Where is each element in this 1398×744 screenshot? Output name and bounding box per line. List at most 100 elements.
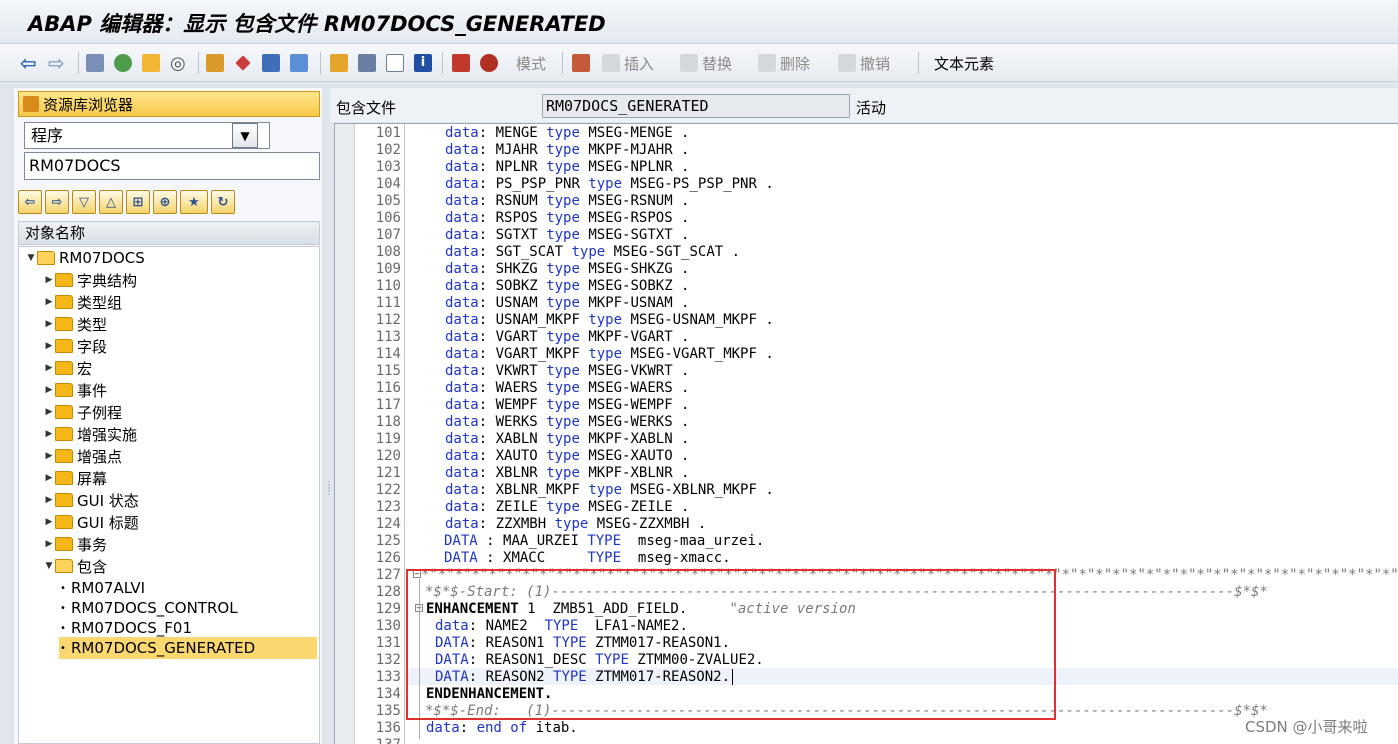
binoculars-icon[interactable]: ⊞ [126,190,150,214]
expand-icon[interactable]: ▽ [72,190,96,214]
tree-folder[interactable]: ▶ 增强点 [43,445,122,467]
tree-folder[interactable]: ▶ 事件 [43,379,107,401]
test-icon[interactable] [262,53,280,73]
code-keyword: data [445,482,479,498]
tree-include-selected[interactable]: • RM07DOCS_GENERATED [59,637,317,659]
object-tree: ▼ RM07DOCS ▶ 字典结构 ▶ 类型组 ▶ 类型 ▶ 字段 ▶ 宏 ▶ 事件 ▶ 子例… [18,246,320,744]
tree-folder[interactable]: ▶ GUI 标题 [43,511,139,533]
code-keyword: data [445,193,479,209]
replace-button[interactable]: 替换 [680,53,732,73]
tree-root[interactable]: ▼ RM07DOCS [25,247,145,269]
code-text: : [478,499,488,515]
navigate-icon[interactable] [290,53,308,73]
pattern-icon[interactable] [572,53,590,73]
tree-folder-label: 增强点 [77,447,123,466]
tree-folder[interactable]: ▶ 字典结构 [43,269,137,291]
insert-button[interactable]: 插入 [602,53,654,73]
activate-icon[interactable] [234,53,252,73]
where-used-icon[interactable] [206,53,224,73]
collapsed-arrow-icon[interactable]: ▶ [43,297,55,307]
text-elements-button[interactable]: 文本元素 [934,53,994,73]
tree-folder[interactable]: ▶ 增强实施 [43,423,137,445]
previous-object-icon[interactable]: ⇦ [18,190,42,214]
include-label: 包含文件 [336,99,397,117]
collapsed-arrow-icon[interactable]: ▶ [43,385,55,395]
hierarchy-icon[interactable]: ⊕ [153,190,177,214]
refresh-icon[interactable]: ↻ [211,190,235,214]
replace-label: 替换 [702,54,733,73]
window-title: ABAP 编辑器：显示 包含文件 RM07DOCS_GENERATED [28,12,606,36]
line-number: 130 [375,618,401,634]
tree-folder[interactable]: ▶ GUI 状态 [43,489,139,511]
expanded-arrow-icon[interactable]: ▼ [43,561,55,571]
code-text: : [478,278,488,294]
code-text: : [478,397,488,413]
code-text: XBLNR [495,465,538,481]
code-keyword: type [546,431,580,447]
collapsed-arrow-icon[interactable]: ▶ [43,495,55,505]
stop-icon[interactable] [480,53,498,73]
code-line: data: XAUTO type MSEG-XAUTO . [445,448,690,464]
active-inactive-icon[interactable] [114,53,132,73]
tree-folder[interactable]: ▶ 事务 [43,533,107,555]
code-text: WERKS [495,414,538,430]
display-change-icon[interactable] [86,53,104,73]
tree-folder[interactable]: ▶ 类型组 [43,291,122,313]
code-keyword: data [445,499,479,515]
tree-include[interactable]: • RM07ALVI [59,577,145,599]
collapsed-arrow-icon[interactable]: ▶ [43,517,55,527]
undo-button[interactable]: 撤销 [838,53,890,73]
collapsed-arrow-icon[interactable]: ▶ [43,407,55,417]
repository-browser-pane: 资源库浏览器 程序 ▼ RM07DOCS ⇦ ⇨ ▽ △ ⊞ ⊕ ★ ↻ 对象名… [14,88,322,744]
tree-include[interactable]: • RM07DOCS_F01 [59,617,192,639]
check-icon[interactable]: ◎ [170,53,186,74]
tree-folder[interactable]: ▶ 子例程 [43,401,122,423]
back-icon[interactable]: ⇦ [20,51,37,75]
breakpoint-icon[interactable] [452,53,470,73]
pane-splitter[interactable]: ⋮ ⋮ [322,88,334,744]
mode-button[interactable]: 模式 [516,53,546,73]
line-number: 106 [375,210,401,226]
delete-button[interactable]: 删除 [758,53,810,73]
code-text: VGART [495,329,538,345]
tree-folder[interactable]: ▶ 宏 [43,357,92,379]
object-name-input[interactable]: RM07DOCS [24,152,320,180]
folder-open-icon [55,559,73,573]
code-text: : [459,720,477,736]
code-text: : [478,261,488,277]
navigation-stack-icon[interactable] [358,53,376,73]
code-text: USNAM_MKPF [495,312,580,328]
code-text: : [478,329,488,345]
collapsed-arrow-icon[interactable]: ▶ [43,341,55,351]
info-icon[interactable]: i [414,53,432,73]
tree-folder[interactable]: ▼ 包含 [43,555,107,577]
forward-icon[interactable]: ⇨ [48,51,65,75]
code-line: data: XBLNR type MKPF-XBLNR . [445,465,690,481]
repository-browser-button[interactable]: 资源库浏览器 [18,91,320,117]
collapsed-arrow-icon[interactable]: ▶ [43,473,55,483]
folder-icon [55,449,73,463]
collapsed-arrow-icon[interactable]: ▶ [43,319,55,329]
collapsed-arrow-icon[interactable]: ▶ [43,451,55,461]
collapse-icon[interactable]: △ [99,190,123,214]
collapsed-arrow-icon[interactable]: ▶ [43,429,55,439]
collapsed-arrow-icon[interactable]: ▶ [43,539,55,549]
chevron-down-icon[interactable]: ▼ [232,123,258,148]
code-line: data: ZEILE type MSEG-ZEILE . [445,499,690,515]
tree-folder[interactable]: ▶ 类型 [43,313,107,335]
collapsed-arrow-icon[interactable]: ▶ [43,275,55,285]
code-keyword: TYPE [587,533,630,549]
tree-folder[interactable]: ▶ 字段 [43,335,107,357]
line-number: 137 [355,737,401,744]
next-object-icon[interactable]: ⇨ [45,190,69,214]
collapsed-arrow-icon[interactable]: ▶ [43,363,55,373]
code-text: : [478,465,488,481]
favorites-icon[interactable]: ★ [180,190,208,214]
tree-folder[interactable]: ▶ 屏幕 [43,467,107,489]
tree-include[interactable]: • RM07DOCS_CONTROL [59,597,238,619]
object-list-icon[interactable] [330,53,348,73]
other-object-icon[interactable] [142,53,160,73]
code-keyword: type [546,380,580,396]
expanded-arrow-icon[interactable]: ▼ [25,253,37,263]
display-object-list-icon[interactable] [386,53,404,73]
